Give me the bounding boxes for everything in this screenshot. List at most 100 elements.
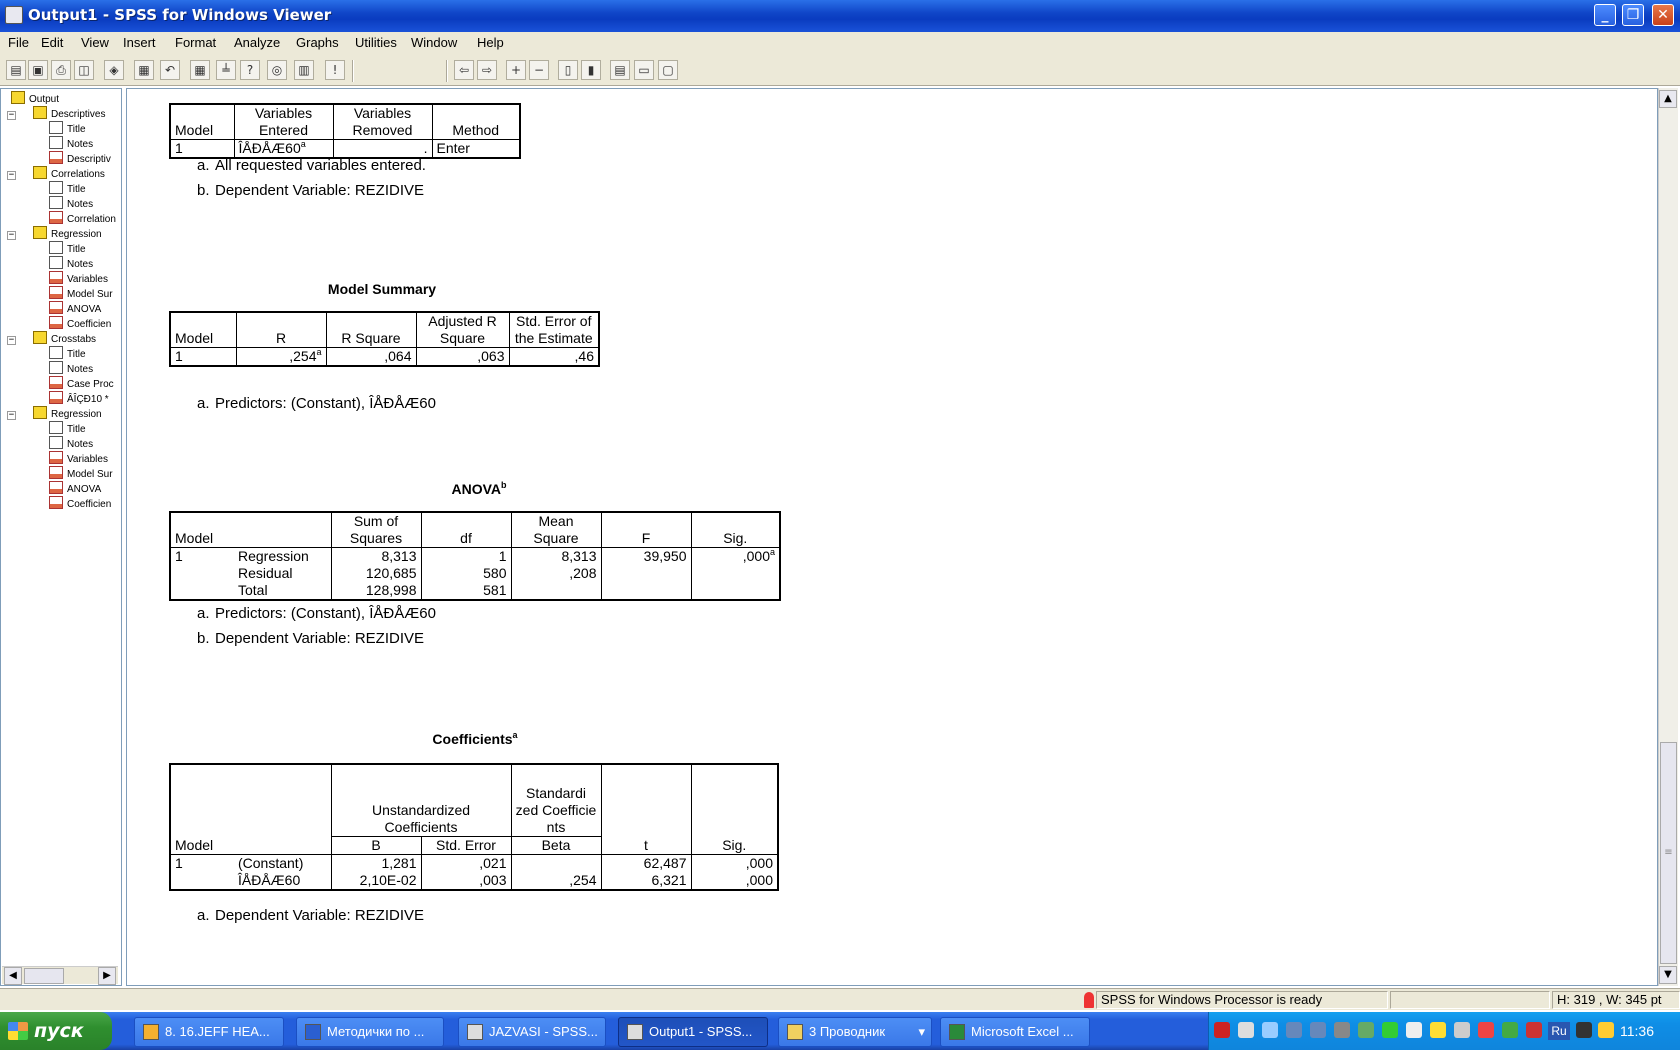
menu-file[interactable]: File (8, 35, 29, 50)
find-icon[interactable]: ◎ (267, 60, 287, 80)
insert-text-icon[interactable]: ▢ (658, 60, 678, 80)
print-icon[interactable]: ⎙ (51, 60, 71, 80)
scroll-thumb[interactable] (24, 968, 64, 984)
tree-node[interactable]: Title (49, 241, 86, 257)
network-disconnected-icon[interactable] (1310, 1022, 1326, 1038)
tree-node[interactable]: Title (49, 421, 86, 437)
tree-node[interactable]: − Regression (7, 406, 102, 422)
tree-node[interactable]: Variables (49, 451, 108, 467)
tray-app-icon[interactable] (1502, 1022, 1518, 1038)
language-indicator[interactable]: Ru (1548, 1022, 1570, 1040)
tray-app-icon[interactable] (1598, 1022, 1614, 1038)
tree-node[interactable]: Notes (49, 256, 93, 272)
insert-title-icon[interactable]: ▭ (634, 60, 654, 80)
open-icon[interactable]: ▤ (6, 60, 26, 80)
tray-app-icon[interactable] (1478, 1022, 1494, 1038)
clock[interactable]: 11:36 (1620, 1023, 1654, 1039)
tray-app-icon[interactable] (1526, 1022, 1542, 1038)
show-icon[interactable]: ▯ (558, 60, 578, 80)
menu-insert[interactable]: Insert (123, 35, 156, 50)
export-icon[interactable]: ◈ (104, 60, 124, 80)
tree-node[interactable]: Notes (49, 136, 93, 152)
menu-graphs[interactable]: Graphs (296, 35, 339, 50)
tray-app-icon[interactable] (1406, 1022, 1422, 1038)
menu-analyze[interactable]: Analyze (234, 35, 280, 50)
network-icon[interactable] (1262, 1022, 1278, 1038)
tree-node[interactable]: Title (49, 121, 86, 137)
antivirus-icon[interactable] (1382, 1022, 1398, 1038)
volume-icon[interactable] (1334, 1022, 1350, 1038)
demote-icon[interactable]: ⇨ (477, 60, 497, 80)
tree-node[interactable]: Model Sur (49, 466, 113, 482)
goto-data-icon[interactable]: ▦ (190, 60, 210, 80)
collapse-icon[interactable]: − (7, 231, 16, 240)
tree-node[interactable]: ANOVA (49, 301, 101, 317)
outline-horizontal-scrollbar[interactable]: ◀ ▶ (2, 966, 118, 985)
menu-edit[interactable]: Edit (41, 35, 63, 50)
tree-node[interactable]: − Descriptives (7, 106, 105, 122)
tree-node[interactable]: Output (11, 91, 59, 107)
network-disconnected-icon[interactable] (1286, 1022, 1302, 1038)
tree-node[interactable]: Coefficien (49, 496, 111, 512)
tray-app-icon[interactable] (1358, 1022, 1374, 1038)
tray-app-icon[interactable] (1454, 1022, 1470, 1038)
scroll-right-icon[interactable]: ▶ (98, 967, 116, 985)
tree-node[interactable]: Notes (49, 196, 93, 212)
tree-node[interactable]: ANOVA (49, 481, 101, 497)
tree-node[interactable]: Case Proc (49, 376, 114, 392)
collapse-icon[interactable]: − (7, 171, 16, 180)
designate-window-icon[interactable]: ! (325, 60, 345, 80)
variables-icon[interactable]: ? (240, 60, 260, 80)
scroll-down-icon[interactable]: ▼ (1659, 966, 1677, 984)
task-button[interactable]: Методички по ... (296, 1017, 444, 1047)
menu-utilities[interactable]: Utilities (355, 35, 397, 50)
scroll-up-icon[interactable]: ▲ (1659, 90, 1677, 108)
collapse-icon[interactable]: − (7, 411, 16, 420)
tree-node[interactable]: Correlation (49, 211, 116, 227)
menu-view[interactable]: View (81, 35, 109, 50)
tree-node[interactable]: − Crosstabs (7, 331, 96, 347)
app-icon[interactable] (5, 6, 23, 24)
expand-icon[interactable]: + (506, 60, 526, 80)
task-button[interactable]: JAZVASI - SPSS... (458, 1017, 606, 1047)
collapse-icon[interactable]: − (7, 336, 16, 345)
tree-node[interactable]: Notes (49, 436, 93, 452)
insert-case-icon[interactable]: ▥ (294, 60, 314, 80)
goto-chart-icon[interactable]: ╧ (216, 60, 236, 80)
tree-node[interactable]: Notes (49, 361, 93, 377)
scroll-thumb[interactable]: ≡ (1660, 742, 1677, 964)
task-button-group[interactable]: 3 Проводник ▾ (778, 1017, 932, 1047)
tree-node[interactable]: ÂÎÇÐ10 * (49, 391, 109, 407)
maximize-button[interactable]: ❐ (1622, 4, 1644, 26)
save-icon[interactable]: ▣ (28, 60, 48, 80)
task-button[interactable]: Microsoft Excel ... (940, 1017, 1090, 1047)
promote-icon[interactable]: ⇦ (454, 60, 474, 80)
menu-format[interactable]: Format (175, 35, 216, 50)
scroll-left-icon[interactable]: ◀ (4, 967, 22, 985)
ati-icon[interactable] (1214, 1022, 1230, 1038)
content-vertical-scrollbar[interactable]: ▲ ≡ ▼ (1658, 88, 1678, 986)
tree-node[interactable]: Model Sur (49, 286, 113, 302)
tray-app-icon[interactable] (1576, 1022, 1592, 1038)
start-button[interactable]: пуск (0, 1012, 112, 1050)
outline-pane[interactable]: Output − Descriptives Title Notes Descriptiv −… (0, 88, 122, 986)
menu-window[interactable]: Window (411, 35, 457, 50)
insert-heading-icon[interactable]: ▤ (610, 60, 630, 80)
task-button[interactable]: 8. 16.JEFF HEA... (134, 1017, 284, 1047)
tray-app-icon[interactable] (1238, 1022, 1254, 1038)
dialog-recall-icon[interactable]: ▦ (134, 60, 154, 80)
undo-icon[interactable]: ↶ (160, 60, 180, 80)
tree-node[interactable]: − Correlations (7, 166, 105, 182)
tray-app-icon[interactable] (1430, 1022, 1446, 1038)
print-preview-icon[interactable]: ◫ (74, 60, 94, 80)
minimize-button[interactable]: _ (1594, 4, 1616, 26)
collapse-icon[interactable]: − (529, 60, 549, 80)
tree-node[interactable]: Title (49, 181, 86, 197)
collapse-icon[interactable]: − (7, 111, 16, 120)
hide-icon[interactable]: ▮ (581, 60, 601, 80)
tree-node[interactable]: − Regression (7, 226, 102, 242)
tree-node[interactable]: Variables (49, 271, 108, 287)
menu-help[interactable]: Help (477, 35, 504, 50)
tree-node[interactable]: Descriptiv (49, 151, 111, 167)
tree-node[interactable]: Coefficien (49, 316, 111, 332)
